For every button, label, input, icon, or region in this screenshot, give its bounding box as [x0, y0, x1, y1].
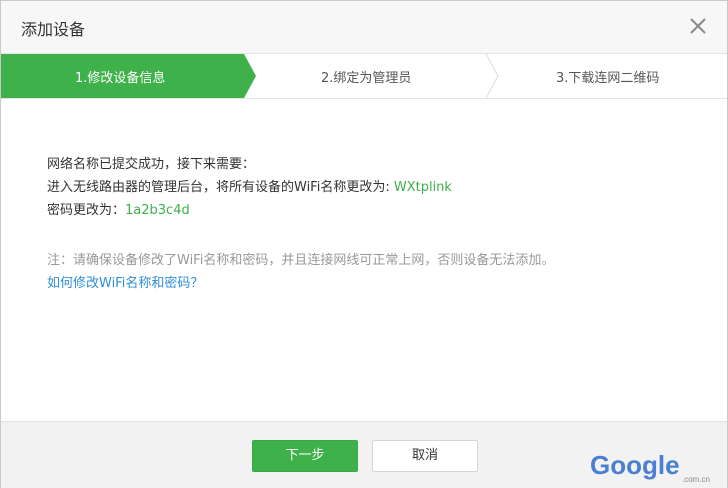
step-2-label: 2.绑定为管理员 [321, 71, 412, 86]
help-link[interactable]: 如何修改WiFi名称和密码？ [47, 272, 554, 295]
step-1-label: 1.修改设备信息 [75, 71, 166, 86]
password-value: 1a2b3c4d [125, 203, 190, 218]
close-icon[interactable] [687, 15, 709, 37]
next-button[interactable]: 下一步 [252, 440, 358, 472]
watermark-brand: Google [590, 450, 680, 480]
step-progress-bar: 1.修改设备信息 2.绑定为管理员 3.下载连网二维码 [1, 53, 727, 99]
note-text: 注：请确保设备修改了WiFi名称和密码，并且连接网线可正常上网，否则设备无法添加… [47, 253, 555, 268]
add-device-dialog: 添加设备 1.修改设备信息 2.绑定为管理员 3.下载连网二维码 网络名称已提交… [0, 0, 728, 488]
watermark-logo: Google .com.cn [590, 450, 710, 484]
watermark-site: .com.cn [682, 475, 710, 484]
instruction-line-3: 密码更改为：1a2b3c4d [47, 199, 452, 222]
dialog-header: 添加设备 [1, 1, 727, 53]
password-prefix: 密码更改为： [47, 203, 126, 218]
step-divider [485, 54, 499, 98]
instructions: 网络名称已提交成功，接下来需要： 进入无线路由器的管理后台，将所有设备的WiFi… [47, 153, 452, 222]
wifi-name-prefix: 进入无线路由器的管理后台，将所有设备的WiFi名称更改为: [47, 180, 394, 195]
instruction-line-2: 进入无线路由器的管理后台，将所有设备的WiFi名称更改为: WXtplink [47, 176, 452, 199]
note-section: 注：请确保设备修改了WiFi名称和密码，并且连接网线可正常上网，否则设备无法添加… [47, 249, 554, 295]
step-3-label: 3.下载连网二维码 [556, 71, 660, 86]
cancel-button[interactable]: 取消 [372, 440, 478, 472]
dialog-title: 添加设备 [21, 20, 86, 39]
wifi-name-value: WXtplink [393, 180, 452, 195]
instruction-line-1: 网络名称已提交成功，接下来需要： [47, 157, 256, 172]
